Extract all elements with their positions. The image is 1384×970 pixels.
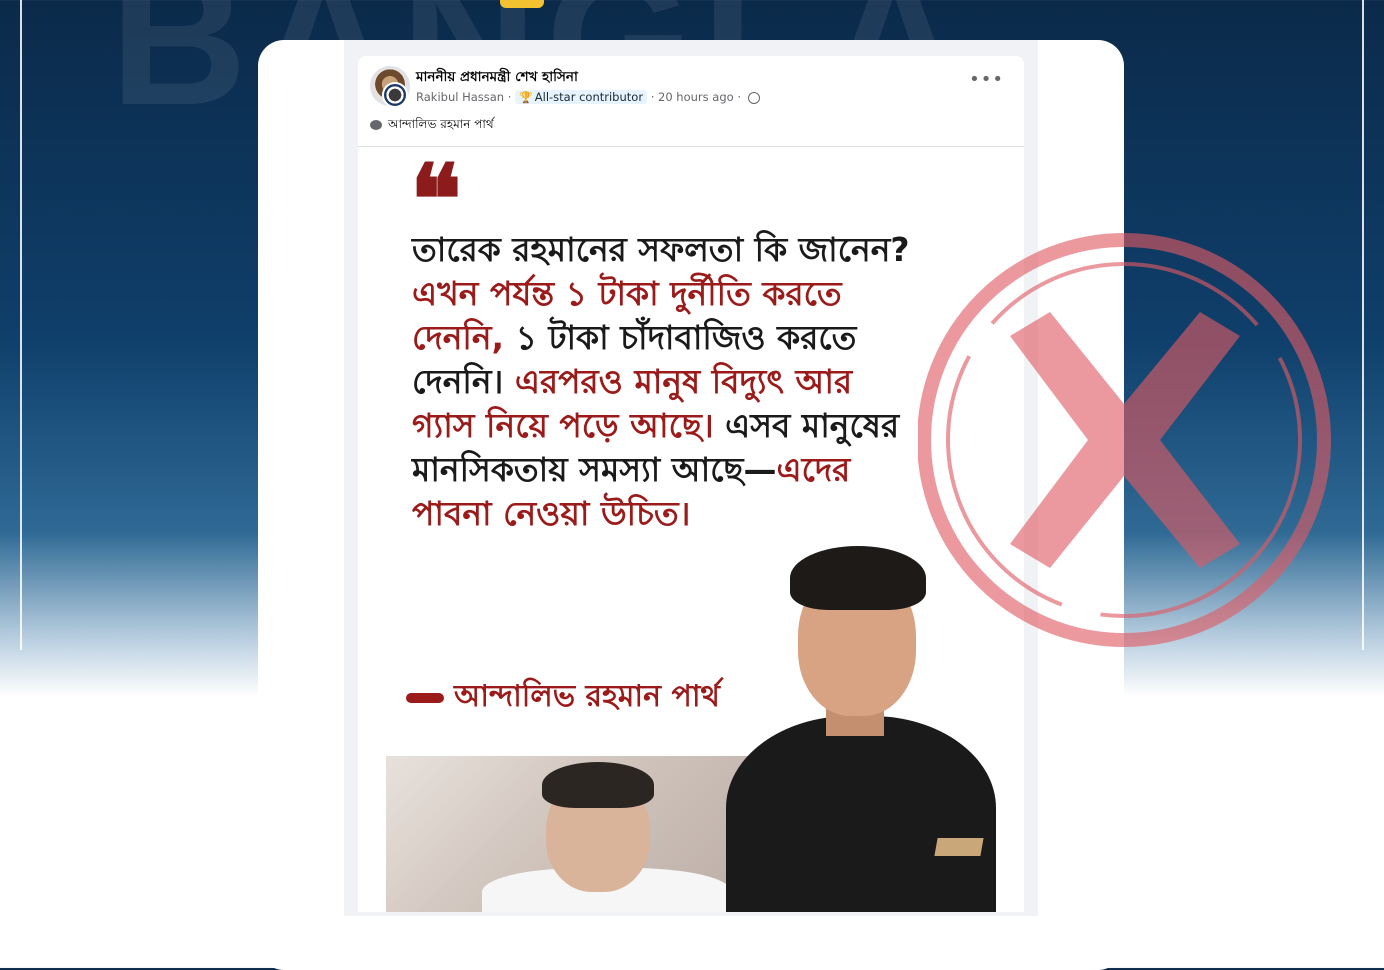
person-portrait xyxy=(726,546,996,912)
badge-label: All-star contributor xyxy=(534,90,644,104)
author-avatar[interactable] xyxy=(382,82,408,108)
tag-label[interactable]: আন্দালিভ রহমান পার্থ xyxy=(388,117,494,131)
meta-separator: · xyxy=(507,90,516,104)
post-meta: Rakibul Hassan · 🏆 All-star contributor ·… xyxy=(416,90,760,104)
frame-line-right xyxy=(1362,0,1364,650)
group-name[interactable]: মাননীয় প্রধানমন্ত্রী শেখ হাসিনা xyxy=(416,66,578,89)
author-name[interactable]: Rakibul Hassan xyxy=(416,90,504,104)
more-icon[interactable]: ••• xyxy=(969,71,1004,89)
contributor-badge[interactable]: 🏆 All-star contributor xyxy=(515,90,648,104)
logo-fragment xyxy=(500,0,544,8)
post-time[interactable]: 20 hours ago xyxy=(658,90,734,104)
attribution: আন্দালিভ রহমান পার্থ xyxy=(406,672,720,723)
photo-hair xyxy=(542,762,654,808)
globe-icon xyxy=(747,91,760,104)
portrait-body xyxy=(726,716,996,912)
attribution-name: আন্দালিভ রহমান পার্থ xyxy=(454,679,720,714)
portrait-hair xyxy=(790,546,926,610)
chat-icon xyxy=(370,119,382,130)
quote-segment: তারেক রহমানের সফলতা কি জানেন? xyxy=(412,230,910,269)
meta-separator: · xyxy=(650,90,659,104)
quote-text: তারেক রহমানের সফলতা কি জানেন? এখন পর্যন্… xyxy=(412,228,912,536)
facebook-post: মাননীয় প্রধানমন্ত্রী শেখ হাসিনা Rakibul… xyxy=(358,56,1024,912)
trophy-icon: 🏆 xyxy=(519,91,533,104)
attribution-dash xyxy=(406,693,444,703)
post-tag: আন্দালিভ রহমান পার্থ xyxy=(370,116,494,136)
meta-separator: · xyxy=(737,90,745,104)
portrait-pocket-square xyxy=(934,838,984,856)
frame-line-left xyxy=(20,0,22,650)
